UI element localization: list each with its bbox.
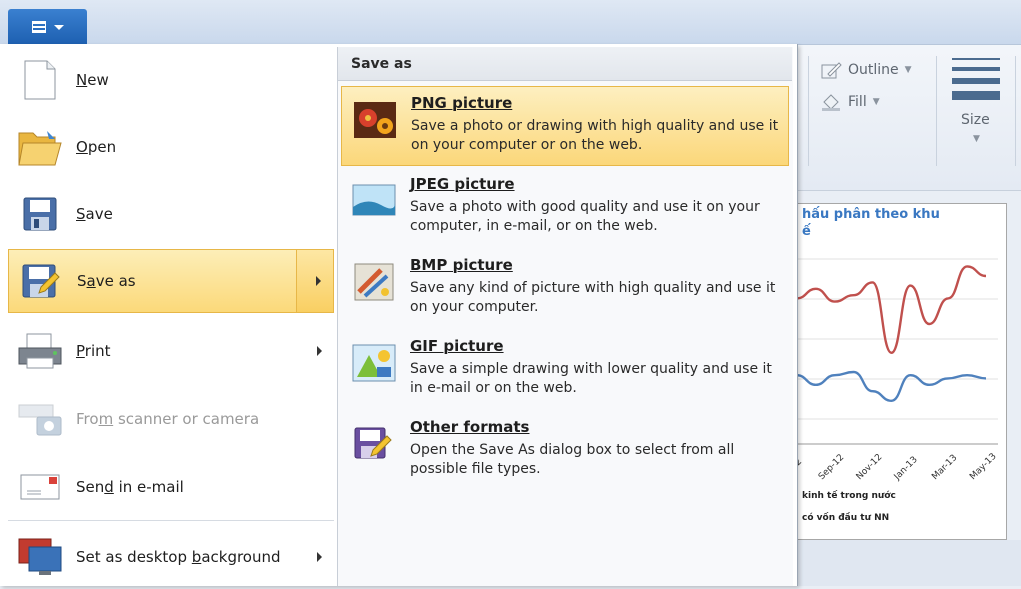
new-document-icon [16, 56, 64, 104]
menu-divider [8, 520, 334, 521]
series-line-2 [798, 370, 987, 403]
chevron-right-icon [317, 552, 322, 562]
menu-item-label: Set as desktop background [76, 548, 281, 566]
x-tick-label: May-13 [968, 452, 999, 483]
format-jpeg[interactable]: JPEG picture Save a photo with good qual… [341, 168, 789, 248]
scanner-camera-icon [16, 395, 64, 443]
menu-item-print[interactable]: Print [8, 319, 334, 383]
chevron-right-icon [316, 276, 321, 286]
outline-button[interactable]: Outline ▼ [820, 60, 912, 80]
submenu-expander[interactable] [296, 250, 333, 312]
menu-item-label: Save as [77, 272, 136, 290]
x-tick-label: Jan-13 [892, 455, 920, 483]
chevron-down-icon: ▼ [872, 97, 880, 107]
size-button[interactable]: Size [961, 112, 990, 128]
chevron-down-icon: ▼ [904, 65, 912, 75]
menu-item-open[interactable]: Open [8, 115, 334, 179]
menu-item-from-scanner[interactable]: From scanner or camera [8, 387, 334, 451]
save-as-submenu: Save as PNG picture Save a photo or draw… [337, 47, 793, 586]
pencil-outline-icon [821, 62, 842, 79]
menu-icon [31, 21, 46, 33]
menu-item-set-desktop-background[interactable]: Set as desktop background [8, 525, 334, 589]
menu-item-send-email[interactable]: Send in e-mail [8, 455, 334, 519]
jpeg-landscape-icon [352, 184, 396, 216]
format-bmp[interactable]: BMP picture Save any kind of picture wit… [341, 249, 789, 329]
chevron-down-icon: ▼ [973, 134, 980, 144]
ribbon-separator [936, 56, 937, 166]
format-title: GIF picture [410, 337, 504, 355]
format-gif[interactable]: GIF picture Save a simple drawing with l… [341, 330, 789, 410]
x-tick-label: Sep-12 [817, 453, 846, 482]
format-description: Save a simple drawing with lower quality… [410, 361, 772, 396]
legend-entry: có vốn đầu tư NN [802, 513, 890, 523]
size-label: Size [961, 112, 990, 128]
canvas-background [797, 540, 1021, 586]
floppy-disk-icon [16, 190, 64, 238]
format-title: BMP picture [410, 256, 513, 274]
format-title: Other formats [410, 418, 530, 436]
submenu-header: Save as [338, 47, 792, 81]
title-bar [0, 0, 1021, 45]
desktop-monitor-icon [16, 533, 64, 581]
envelope-icon [16, 463, 64, 511]
menu-item-save-as[interactable]: Save as [8, 249, 334, 313]
x-tick-label: Jul-12 [798, 457, 804, 483]
chevron-right-icon [317, 346, 322, 356]
format-description: Open the Save As dialog box to select fr… [410, 442, 735, 477]
format-other[interactable]: Other formats Open the Save As dialog bo… [341, 411, 789, 491]
bmp-paint-icon [354, 263, 394, 301]
format-description: Save any kind of picture with high quali… [410, 280, 776, 315]
fill-button[interactable]: Fill ▼ [820, 92, 880, 112]
x-tick-label: Mar-13 [930, 453, 959, 482]
menu-item-label: Open [76, 138, 117, 156]
chart-image: hấu phân theo khu ế Jul-12 Sep-12 Nov-12 Ja… [797, 203, 1007, 540]
format-description: Save a photo or drawing with high qualit… [411, 118, 779, 153]
other-formats-icon [354, 427, 392, 459]
menu-item-label: From scanner or camera [76, 410, 260, 428]
format-title: JPEG picture [410, 175, 515, 193]
menu-left-pane: New Open Save Save as Print From scanner… [0, 44, 337, 586]
chart-plot: Jul-12 Sep-12 Nov-12 Jan-13 Mar-13 May-13 [798, 258, 999, 483]
format-description: Save a photo with good quality and use i… [410, 199, 760, 234]
printer-icon [16, 327, 64, 375]
menu-item-label: Print [76, 342, 111, 360]
menu-item-label: Save [76, 205, 113, 223]
size-lines-icon [952, 58, 1000, 107]
menu-item-save[interactable]: Save [8, 182, 334, 246]
fill-label: Fill [848, 94, 867, 110]
file-menu: New Open Save Save as Print From scanner… [0, 44, 798, 586]
paint-menu-button[interactable] [8, 9, 87, 45]
png-flower-icon [354, 102, 396, 138]
folder-open-icon [16, 123, 64, 171]
series-line-1 [798, 265, 987, 355]
paint-bucket-icon [822, 94, 840, 111]
legend-entry: kinh tế trong nước [802, 491, 896, 501]
format-png[interactable]: PNG picture Save a photo or drawing with… [341, 86, 789, 166]
ribbon-separator [808, 56, 809, 166]
outline-label: Outline [848, 62, 899, 78]
format-title: PNG picture [411, 94, 513, 112]
ribbon-separator [1015, 56, 1016, 166]
x-tick-label: Nov-12 [855, 452, 885, 482]
gif-shapes-icon [352, 344, 396, 382]
save-as-icon [17, 257, 65, 305]
menu-item-label: New [76, 71, 109, 89]
menu-item-label: Send in e-mail [76, 478, 184, 496]
chevron-down-icon [53, 24, 64, 30]
menu-item-new[interactable]: New [8, 48, 334, 112]
